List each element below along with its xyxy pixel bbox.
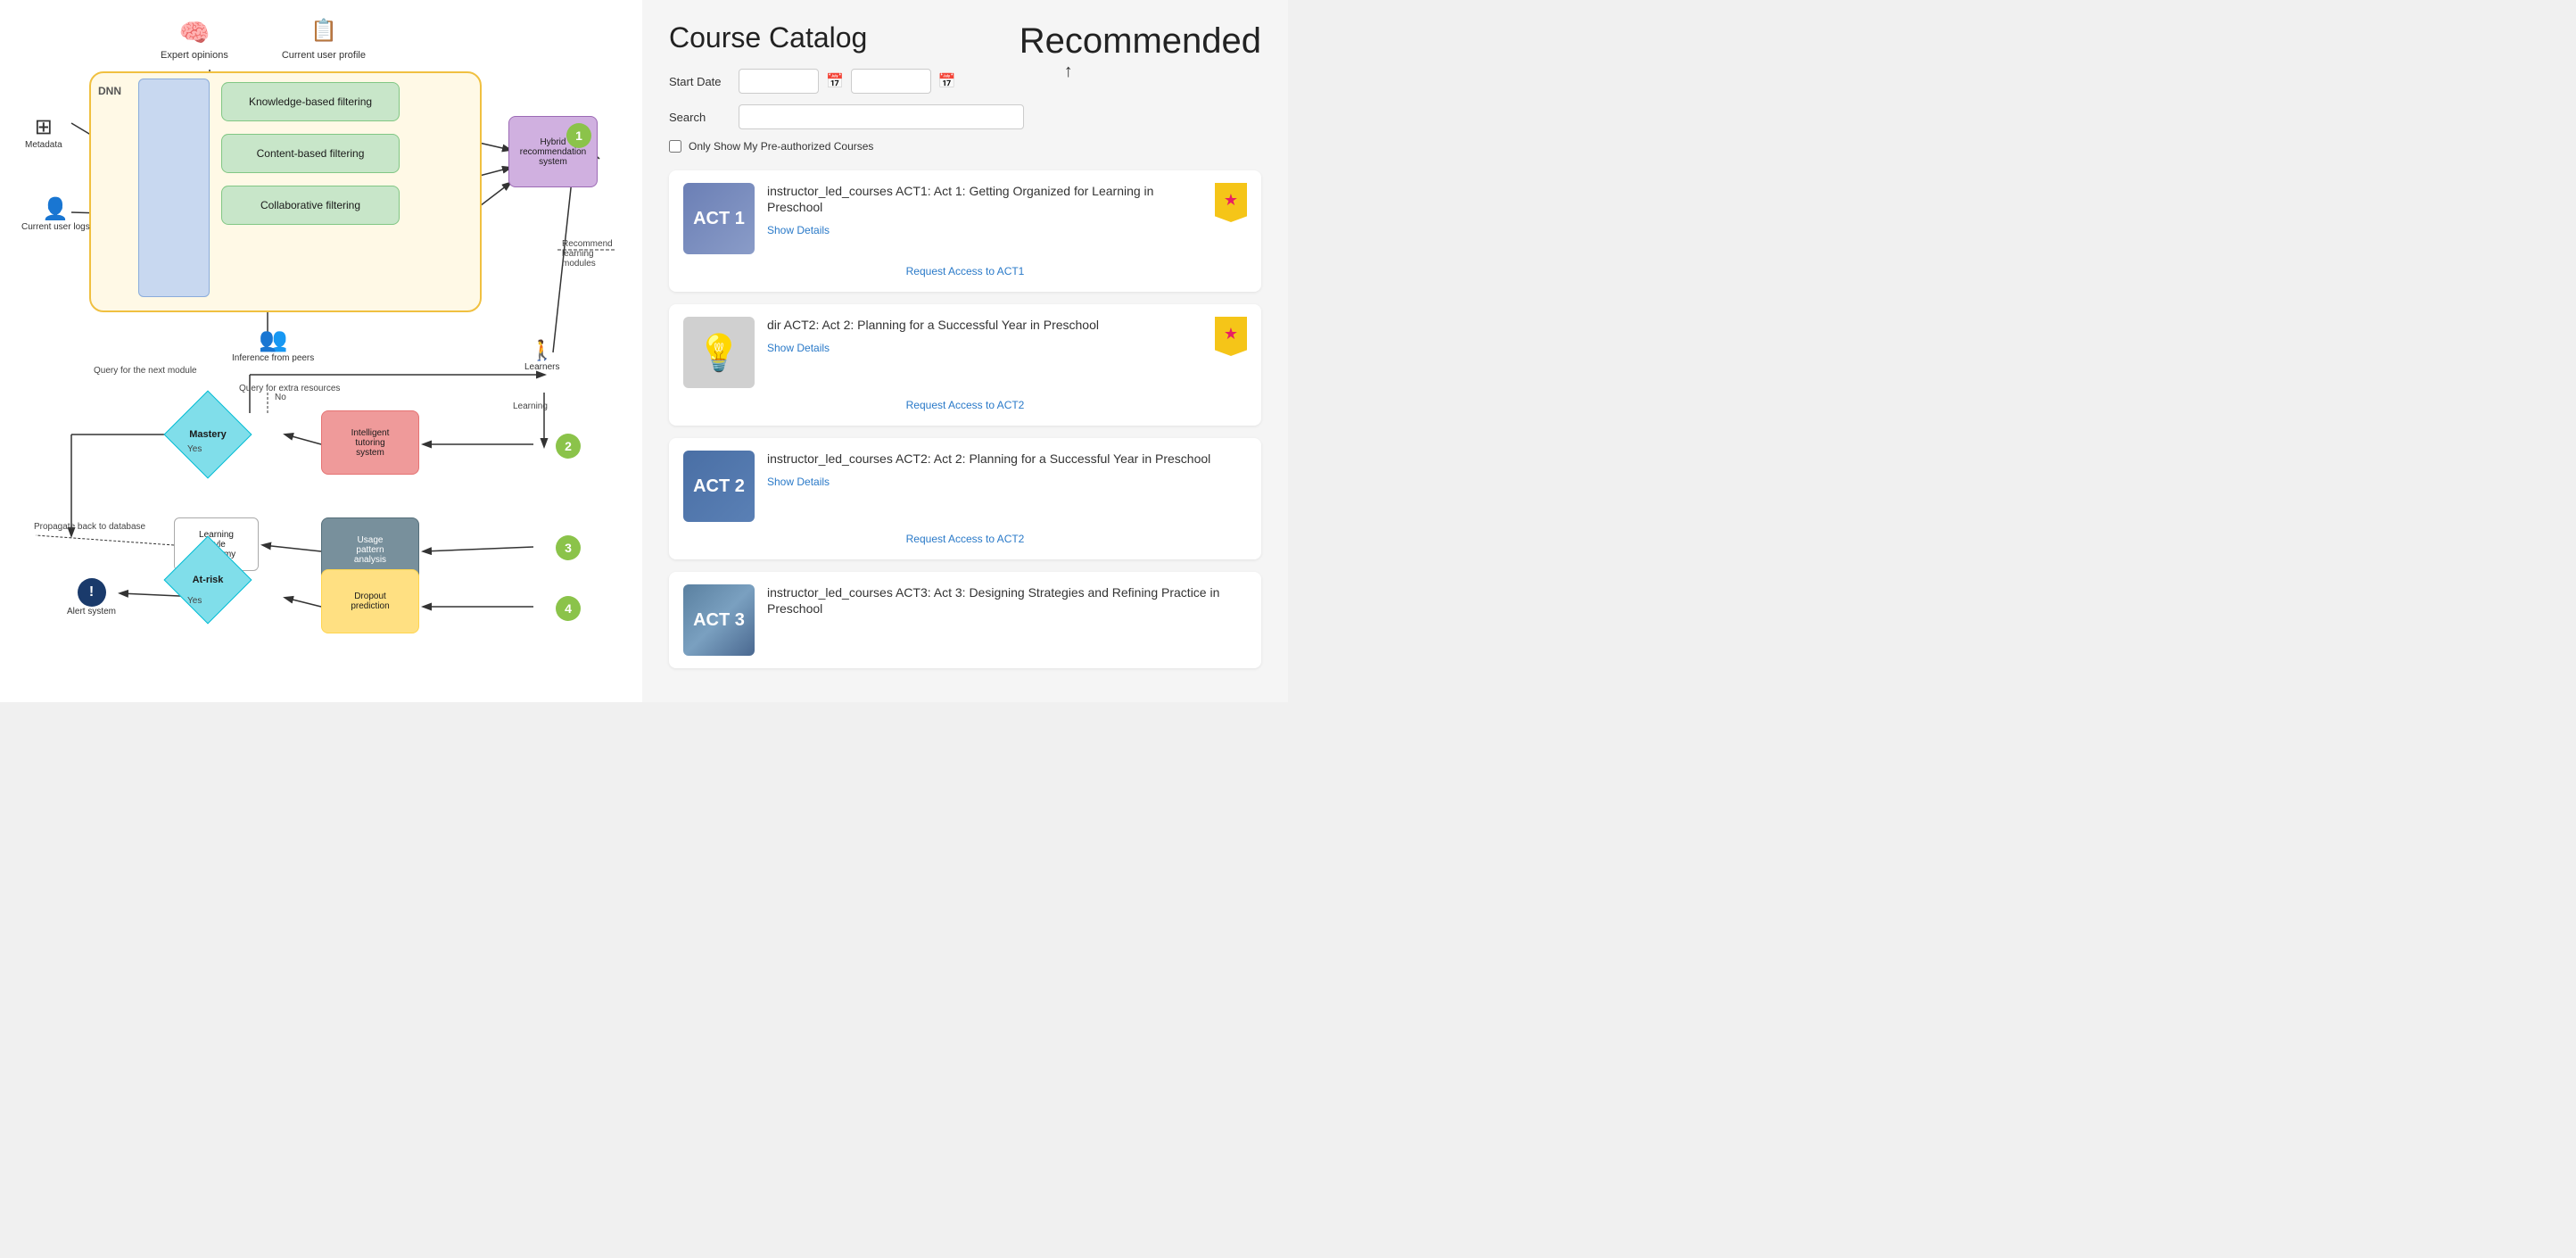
course-catalog-panel: Course Catalog Recommended ↑ Start Date … [642,0,1288,702]
thumbnail-text-act1: ACT 1 [693,209,745,229]
tutoring-box: Intelligenttutoringsystem [321,410,419,475]
recommend-label: Recommend learning modules [562,239,624,269]
course-info-act3: instructor_led_courses ACT3: Act 3: Desi… [767,584,1247,624]
inference-label: Inference from peers [232,353,314,363]
yes-label: Yes [187,444,202,454]
bookmark-act1[interactable]: ★ [1215,183,1247,222]
alert-label: Alert system [67,607,116,617]
user-profile-label: Current user profile [282,50,366,61]
alert-node: ! Alert system [67,578,116,617]
course-card-act3: ACT 3 instructor_led_courses ACT3: Act 3… [669,572,1261,668]
no-label: No [275,393,286,402]
metadata-label: Metadata [25,140,62,150]
preauth-row: Only Show My Pre-authorized Courses [669,140,1261,153]
collaborative-filtering-box: Collaborative filtering [221,186,400,225]
course-card-header-act1: ACT 1 instructor_led_courses ACT1: Act 1… [683,183,1247,254]
knowledge-filtering-box: Knowledge-based filtering [221,82,400,121]
thumbnail-act3: ACT 3 [683,584,755,656]
calendar-icon-2[interactable]: 📅 [938,72,956,90]
user-profile-node: 📋 Current user profile [282,18,366,61]
profile-icon: 📋 [308,18,340,50]
recommended-block: Recommended ↑ [1020,21,1261,82]
course-card-header-act3: ACT 3 instructor_led_courses ACT3: Act 3… [683,584,1247,656]
course-card-dir-act2: 💡 dir ACT2: Act 2: Planning for a Succes… [669,304,1261,426]
expert-opinions-node: 🧠 Expert opinions [161,18,228,61]
lightbulb-icon: 💡 [697,332,741,374]
learner-label: Learners [524,362,559,372]
top-inputs: 🧠 Expert opinions 📋 Current user profile [161,18,366,61]
user-logs-label: Current user logs [21,222,90,232]
thumbnail-act2: ACT 2 [683,451,755,522]
query-extra-label: Query for extra resources [239,384,340,393]
search-label: Search [669,111,731,124]
right-panel-inner: Course Catalog Recommended ↑ Start Date … [669,21,1261,668]
circle-node-4: 4 [556,596,581,621]
course-title-dir-act2: dir ACT2: Act 2: Planning for a Successf… [767,317,1202,333]
thumbnail-text-act3: ACT 3 [693,610,745,631]
thumbnail-dir-act2: 💡 [683,317,755,388]
star-icon-act1: ★ [1224,191,1238,210]
learning-label: Learning [513,401,548,411]
alert-icon: ! [78,578,106,607]
at-risk-label: At-risk [177,549,239,611]
user-logs-node: 👤 Current user logs [21,196,90,232]
circle-node-3: 3 [556,535,581,560]
request-access-act2[interactable]: Request Access to ACT2 [683,526,1247,547]
thumbnail-text-act2: ACT 2 [693,476,745,497]
expert-opinions-label: Expert opinions [161,50,228,61]
start-date-label: Start Date [669,75,731,88]
course-info-dir-act2: dir ACT2: Act 2: Planning for a Successf… [767,317,1202,356]
yes-atrisk-label: Yes [187,596,202,606]
query-next-label: Query for the next module [94,366,197,376]
show-details-dir-act2[interactable]: Show Details [767,342,830,354]
course-card-header-act2: ACT 2 instructor_led_courses ACT2: Act 2… [683,451,1247,522]
search-input[interactable] [739,104,1024,129]
mastery-label: Mastery [177,403,239,466]
dropout-box: Dropoutprediction [321,569,419,633]
search-row: Search [669,104,1261,129]
blue-box [138,79,210,297]
course-title-act1: instructor_led_courses ACT1: Act 1: Gett… [767,183,1202,215]
course-title-act2: instructor_led_courses ACT2: Act 2: Plan… [767,451,1247,467]
circle-node-1: 1 [566,123,591,148]
dropout-label: Dropoutprediction [351,592,389,611]
preauth-label: Only Show My Pre-authorized Courses [689,140,873,153]
recommended-label: Recommended [1020,21,1261,62]
learner-node: 🚶 Learners [524,339,559,372]
course-info-act2: instructor_led_courses ACT2: Act 2: Plan… [767,451,1247,490]
request-access-act1[interactable]: Request Access to ACT1 [683,258,1247,279]
circle-node-2: 2 [556,434,581,459]
course-card-header-dir-act2: 💡 dir ACT2: Act 2: Planning for a Succes… [683,317,1247,388]
diagram-panel: 🧠 Expert opinions 📋 Current user profile… [0,0,642,702]
show-details-act2[interactable]: Show Details [767,476,830,488]
brain-icon: 🧠 [178,18,211,50]
start-date-input[interactable] [739,69,819,94]
end-date-input[interactable] [851,69,931,94]
dnn-label: DNN [98,85,121,97]
course-title-act3: instructor_led_courses ACT3: Act 3: Desi… [767,584,1247,617]
request-access-dir-act2[interactable]: Request Access to ACT2 [683,392,1247,413]
preauth-checkbox[interactable] [669,140,681,153]
recommended-arrow-icon: ↑ [1064,62,1261,82]
course-card-act2: ACT 2 instructor_led_courses ACT2: Act 2… [669,438,1261,559]
course-list: ACT 1 instructor_led_courses ACT1: Act 1… [669,170,1261,668]
usage-label: Usagepatternanalysis [354,535,386,565]
metadata-node: ⊞ Metadata [25,114,62,150]
content-filtering-box: Content-based filtering [221,134,400,173]
bookmark-dir-act2[interactable]: ★ [1215,317,1247,356]
calendar-icon-1[interactable]: 📅 [826,72,844,90]
course-info-act1: instructor_led_courses ACT1: Act 1: Gett… [767,183,1202,238]
diagram-container: 🧠 Expert opinions 📋 Current user profile… [18,18,624,625]
top-section: Course Catalog Recommended ↑ Start Date … [669,21,1261,153]
show-details-act1[interactable]: Show Details [767,224,830,236]
tutoring-label: Intelligenttutoringsystem [351,428,390,458]
propagate-label: Propagate back to database [34,522,145,532]
filter-boxes: Knowledge-based filtering Content-based … [221,82,400,225]
thumbnail-act1: ACT 1 [683,183,755,254]
course-card-act1: ACT 1 instructor_led_courses ACT1: Act 1… [669,170,1261,292]
star-icon-dir-act2: ★ [1224,325,1238,343]
inference-node: 👥 Inference from peers [232,326,314,363]
